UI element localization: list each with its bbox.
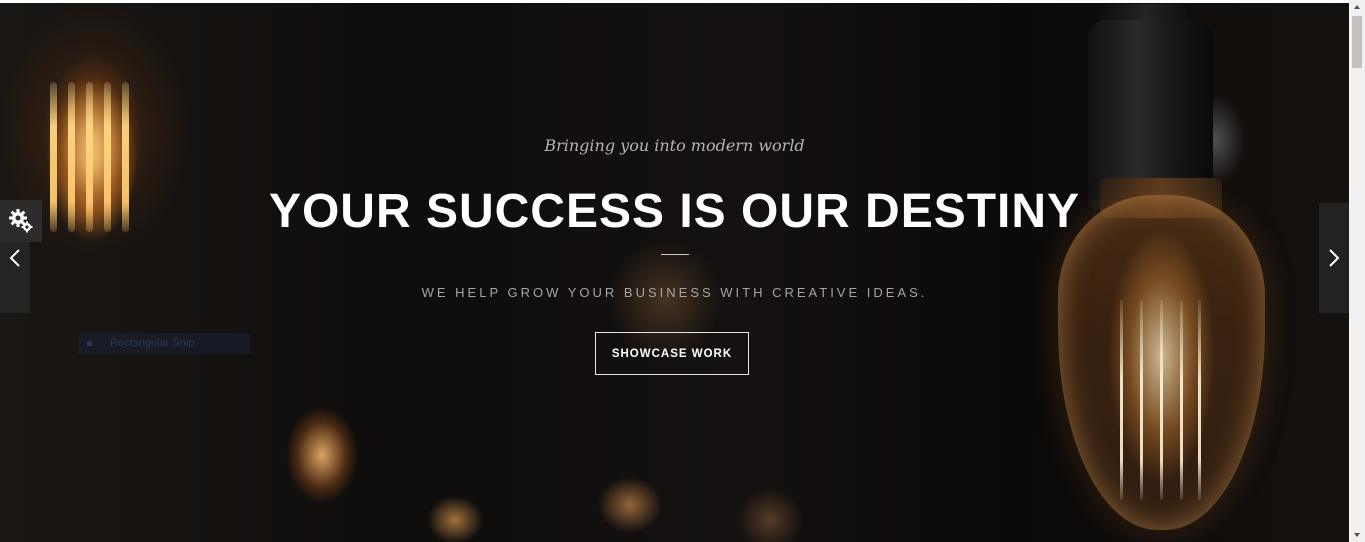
hero-divider	[661, 254, 689, 255]
scroll-up-icon	[1354, 5, 1360, 9]
scroll-down-arrow[interactable]	[1349, 528, 1365, 542]
hero-slider: Bringing you into modern world YOUR SUCC…	[0, 0, 1349, 542]
chevron-right-icon	[1329, 249, 1340, 267]
chevron-left-icon	[9, 249, 20, 267]
snip-tooltip: Rectangular Snip	[78, 333, 250, 354]
scroll-down-icon	[1354, 533, 1360, 537]
top-edge	[0, 0, 1349, 3]
snip-icon	[87, 341, 92, 346]
bulb-filament	[1160, 300, 1163, 500]
showcase-work-button[interactable]: SHOWCASE WORK	[595, 332, 749, 375]
bulb-filament	[1198, 300, 1201, 500]
hero-tagline: Bringing you into modern world	[544, 136, 805, 155]
scroll-thumb[interactable]	[1352, 16, 1362, 68]
scroll-up-arrow[interactable]	[1349, 0, 1365, 14]
snip-label: Rectangular Snip	[110, 337, 195, 349]
slider-next-button[interactable]	[1319, 203, 1349, 313]
settings-panel-toggle[interactable]	[0, 200, 42, 242]
hero-subheadline: WE HELP GROW YOUR BUSINESS WITH CREATIVE…	[421, 285, 928, 300]
hero-headline: YOUR SUCCESS IS OUR DESTINY	[268, 185, 1081, 238]
bulb-filament	[1120, 300, 1123, 500]
vertical-scrollbar[interactable]	[1349, 0, 1365, 542]
bulb-filament	[1140, 300, 1143, 500]
gear-icon	[9, 209, 33, 233]
bulb-filament	[1180, 300, 1183, 500]
